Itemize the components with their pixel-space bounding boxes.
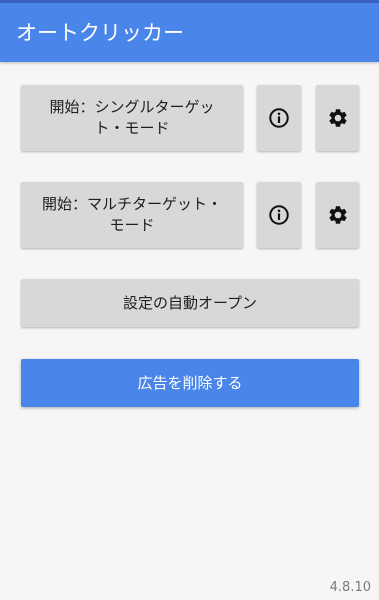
single-target-info-button[interactable] xyxy=(257,85,301,151)
start-multi-target-label: 開始：マルチターゲット・モード xyxy=(41,195,222,234)
start-multi-target-button[interactable]: 開始：マルチターゲット・モード xyxy=(21,182,243,248)
info-icon xyxy=(268,107,290,129)
multi-target-info-button[interactable] xyxy=(257,182,301,248)
gear-icon xyxy=(327,107,349,129)
auto-open-settings-label: 設定の自動オープン xyxy=(122,293,258,312)
app-title: オートクリッカー xyxy=(16,21,184,45)
version-label: 4.8.10 xyxy=(329,580,371,595)
remove-ads-button[interactable]: 広告を削除する xyxy=(21,359,359,407)
gear-icon xyxy=(327,204,349,226)
app-bar: オートクリッカー xyxy=(0,3,379,62)
info-icon xyxy=(268,204,290,226)
auto-open-settings-button[interactable]: 設定の自動オープン xyxy=(21,279,359,327)
single-target-settings-button[interactable] xyxy=(316,85,359,151)
multi-target-settings-button[interactable] xyxy=(316,182,359,248)
start-single-target-label: 開始：シングルターゲット・モード xyxy=(49,98,215,137)
start-single-target-button[interactable]: 開始：シングルターゲット・モード xyxy=(21,85,243,151)
remove-ads-label: 広告を削除する xyxy=(137,373,243,392)
